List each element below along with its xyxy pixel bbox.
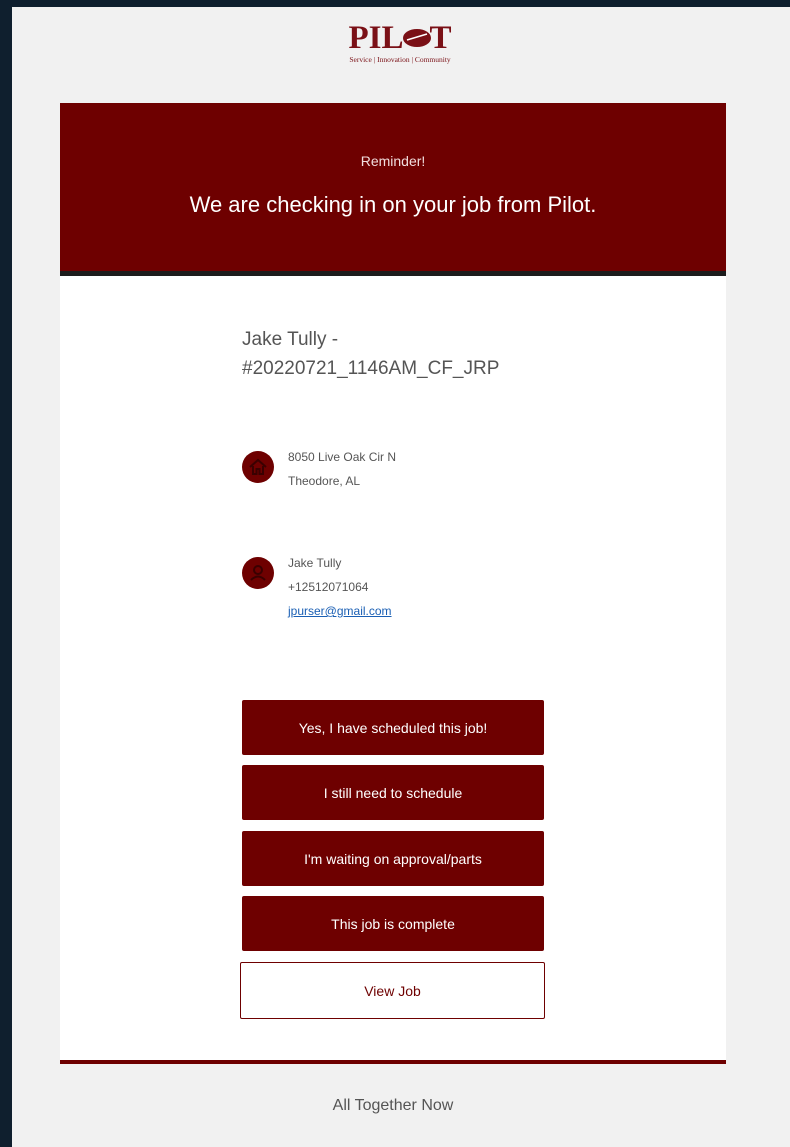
hero-headline: We are checking in on your job from Pilo… <box>189 192 597 217</box>
logo-badge-icon <box>402 29 431 47</box>
contact-block: Jake Tully +12512071064 jpurser@gmail.co… <box>242 551 392 623</box>
address-line2: Theodore, AL <box>288 474 361 488</box>
job-complete-button[interactable]: This job is complete <box>242 896 544 951</box>
waiting-approval-button[interactable]: I'm waiting on approval/parts <box>242 831 544 886</box>
scheduled-button[interactable]: Yes, I have scheduled this job! <box>242 700 544 755</box>
email-card: Reminder! We are checking in on your job… <box>60 103 726 1147</box>
contact-phone: +12512071064 <box>288 580 369 594</box>
contact-name: Jake Tully <box>288 556 342 570</box>
address-lines: 8050 Live Oak Cir N Theodore, AL <box>288 445 396 493</box>
pilot-logo: PIL T Service | Innovation | Community <box>325 20 475 73</box>
email-viewport: PIL T Service | Innovation | Community R… <box>12 7 790 1147</box>
person-icon <box>242 557 274 589</box>
hero-kicker: Reminder! <box>360 153 426 169</box>
address-line1: 8050 Live Oak Cir N <box>288 450 397 464</box>
contact-lines: Jake Tully +12512071064 jpurser@gmail.co… <box>288 551 392 623</box>
home-icon <box>242 451 274 483</box>
view-job-button[interactable]: View Job <box>240 962 545 1019</box>
job-title-name: Jake Tully - <box>242 329 339 350</box>
job-title: Jake Tully - #20220721_1146AM_CF_JRP <box>242 325 562 383</box>
logo-text-right: T <box>429 20 452 56</box>
contact-email-link[interactable]: jpurser@gmail.com <box>288 604 392 618</box>
email-footer: All Together Now <box>60 1060 726 1147</box>
logo-text-left: PIL <box>348 20 404 56</box>
footer-text: All Together Now <box>332 1097 454 1114</box>
need-schedule-button[interactable]: I still need to schedule <box>242 765 544 820</box>
address-block: 8050 Live Oak Cir N Theodore, AL <box>242 445 396 493</box>
logo-tagline: Service | Innovation | Community <box>349 55 451 64</box>
hero-banner: Reminder! We are checking in on your job… <box>60 103 726 276</box>
job-title-number: #20220721_1146AM_CF_JRP <box>242 358 500 379</box>
logo-wordmark: PIL T <box>325 20 475 56</box>
